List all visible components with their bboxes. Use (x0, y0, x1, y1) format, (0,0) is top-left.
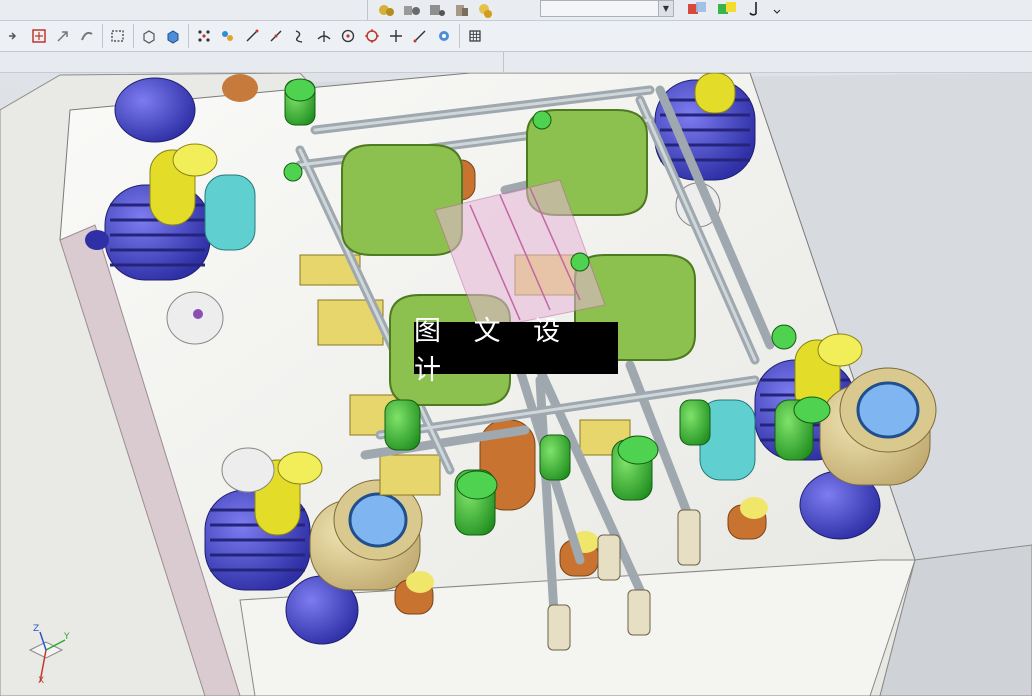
secondary-toolbar (0, 52, 1032, 73)
box-select-icon[interactable] (107, 25, 129, 47)
selection-group (103, 24, 134, 48)
color-icon[interactable] (718, 2, 736, 14)
circle-icon[interactable] (361, 25, 383, 47)
snap-group (0, 24, 103, 48)
circle-point-icon[interactable] (337, 25, 359, 47)
cross-icon[interactable] (385, 25, 407, 47)
top-toolbar: ▼ (0, 0, 1032, 21)
snap-icon[interactable] (4, 25, 26, 47)
top-toolbar-icons-right (688, 2, 781, 16)
cyan-post-left (204, 174, 256, 251)
view-cube-icon[interactable] (688, 2, 706, 14)
stop-disc-left-center (193, 309, 203, 319)
wireframe-icon[interactable] (138, 25, 160, 47)
select-filter-icon[interactable] (28, 25, 50, 47)
grid-group (460, 24, 490, 48)
triad-label-y: Y (64, 632, 70, 642)
part-icon[interactable] (456, 5, 468, 16)
stop-disc-bottom (221, 447, 275, 493)
constraint-icon[interactable] (430, 5, 445, 16)
triad-label-z: Z (33, 624, 40, 634)
move-icon[interactable] (52, 25, 74, 47)
top-toolbar-icons (379, 4, 492, 18)
line-icon[interactable] (241, 25, 263, 47)
component-icon[interactable] (404, 6, 420, 15)
normal-icon[interactable] (313, 25, 335, 47)
display-group (134, 24, 189, 48)
rotate-icon[interactable] (76, 25, 98, 47)
toolbar-separator (367, 0, 368, 20)
snap-points-group (189, 24, 460, 48)
pattern-icon[interactable] (217, 25, 239, 47)
explode-icon[interactable] (479, 4, 492, 18)
line2-icon[interactable] (265, 25, 287, 47)
chevron-down-icon[interactable]: ▼ (658, 1, 673, 16)
matrix-icon[interactable] (464, 25, 486, 47)
settings-icon[interactable] (433, 25, 455, 47)
grid-points-icon[interactable] (193, 25, 215, 47)
music-icon[interactable] (749, 2, 781, 16)
shaded-icon[interactable] (162, 25, 184, 47)
slash-icon[interactable] (409, 25, 431, 47)
watermark-label: 图 文 设 计 (414, 316, 618, 386)
strip-separator (503, 52, 504, 72)
main-toolbar (0, 21, 1032, 52)
filter-combo[interactable]: ▼ (540, 0, 674, 17)
triad-label-x: X (38, 676, 45, 686)
assembly-icon[interactable] (379, 5, 394, 16)
curve-icon[interactable] (289, 25, 311, 47)
